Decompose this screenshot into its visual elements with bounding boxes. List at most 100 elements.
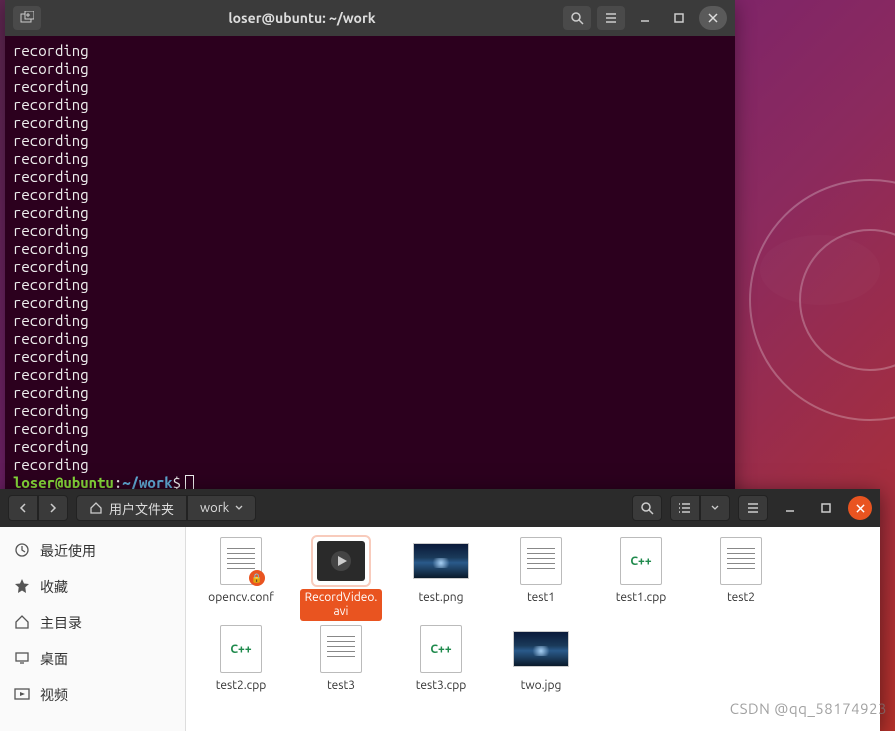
home-icon: [14, 614, 30, 633]
terminal-output-line: recording: [13, 240, 727, 258]
sidebar-item-videos[interactable]: 视频: [0, 677, 185, 713]
videos-icon: [14, 686, 30, 705]
file-item[interactable]: test2: [700, 537, 782, 621]
file-label: test.png: [414, 589, 467, 607]
document-icon: [720, 537, 762, 585]
terminal-search-button[interactable]: [563, 6, 591, 30]
maximize-icon: [673, 12, 685, 24]
search-icon: [640, 501, 654, 515]
terminal-new-tab-button[interactable]: [13, 6, 41, 30]
terminal-output-line: recording: [13, 168, 727, 186]
terminal-output-line: recording: [13, 312, 727, 330]
terminal-minimize-button[interactable]: [631, 6, 659, 30]
hamburger-icon: [604, 11, 618, 25]
files-back-button[interactable]: [8, 495, 38, 521]
image-thumbnail: [513, 631, 569, 667]
terminal-output-line: recording: [13, 222, 727, 240]
image-thumbnail: [413, 543, 469, 579]
files-sidebar: 最近使用收藏主目录桌面视频: [0, 527, 186, 731]
terminal-output-line: recording: [13, 348, 727, 366]
terminal-output-line: recording: [13, 132, 727, 150]
sidebar-item-starred[interactable]: 收藏: [0, 569, 185, 605]
files-search-button[interactable]: [632, 495, 662, 521]
file-label: two.jpg: [517, 677, 566, 695]
file-item[interactable]: test3: [300, 625, 382, 695]
terminal-title: loser@ubuntu: ~/work: [49, 10, 555, 26]
file-label: test1: [523, 589, 559, 607]
chevron-down-icon: [235, 504, 243, 512]
file-label: RecordVideo.avi: [300, 589, 382, 621]
recent-icon: [14, 542, 30, 561]
document-icon: 🔒: [220, 537, 262, 585]
terminal-window: loser@ubuntu: ~/work recordingrecordingr…: [5, 0, 735, 502]
files-maximize-button[interactable]: [812, 496, 840, 520]
chevron-down-icon: [711, 504, 719, 512]
home-icon: [89, 501, 103, 515]
terminal-output-line: recording: [13, 96, 727, 114]
terminal-output-line: recording: [13, 186, 727, 204]
new-tab-icon: [20, 11, 34, 25]
terminal-output-line: recording: [13, 78, 727, 96]
chevron-left-icon: [18, 503, 28, 513]
terminal-output-line: recording: [13, 258, 727, 276]
terminal-output-line: recording: [13, 438, 727, 456]
file-item[interactable]: C++ test1.cpp: [600, 537, 682, 621]
files-menu-button[interactable]: [738, 495, 768, 521]
close-icon: [708, 13, 718, 23]
files-window: 用户文件夹 work: [0, 489, 880, 731]
breadcrumb-home-label: 用户文件夹: [109, 499, 174, 518]
files-minimize-button[interactable]: [776, 496, 804, 520]
terminal-menu-button[interactable]: [597, 6, 625, 30]
breadcrumb-home[interactable]: 用户文件夹: [76, 495, 187, 521]
terminal-output-line: recording: [13, 294, 727, 312]
file-label: test3: [323, 677, 359, 695]
sidebar-item-label: 主目录: [40, 613, 82, 633]
starred-icon: [14, 578, 30, 597]
maximize-icon: [820, 502, 832, 514]
sidebar-item-label: 最近使用: [40, 541, 96, 561]
terminal-titlebar[interactable]: loser@ubuntu: ~/work: [5, 0, 735, 36]
lock-icon: 🔒: [249, 570, 265, 586]
sidebar-item-home[interactable]: 主目录: [0, 605, 185, 641]
file-item[interactable]: C++test3.cpp: [400, 625, 482, 695]
files-view-list-button[interactable]: [670, 495, 700, 521]
file-item[interactable]: 🔒 opencv.conf: [200, 537, 282, 621]
sidebar-item-label: 收藏: [40, 577, 68, 597]
document-icon: [520, 537, 562, 585]
file-label: test2: [723, 589, 759, 607]
terminal-output-line: recording: [13, 42, 727, 60]
file-label: opencv.conf: [204, 589, 278, 607]
file-item[interactable]: two.jpg: [500, 625, 582, 695]
document-icon: [320, 625, 362, 673]
files-view-dropdown-button[interactable]: [700, 495, 730, 521]
sidebar-item-recent[interactable]: 最近使用: [0, 533, 185, 569]
files-grid[interactable]: 🔒 opencv.conf RecordVideo.avi test.png test1…: [186, 527, 880, 731]
file-item[interactable]: test.png: [400, 537, 482, 621]
files-titlebar[interactable]: 用户文件夹 work: [0, 489, 880, 527]
desktop-icon: [14, 650, 30, 669]
sidebar-item-desktop[interactable]: 桌面: [0, 641, 185, 677]
terminal-output-line: recording: [13, 60, 727, 78]
file-item[interactable]: RecordVideo.avi: [300, 537, 382, 621]
terminal-maximize-button[interactable]: [665, 6, 693, 30]
terminal-output-line: recording: [13, 330, 727, 348]
cpp-icon: C++: [620, 537, 662, 585]
files-close-button[interactable]: [848, 496, 872, 520]
cpp-icon: C++: [220, 625, 262, 673]
terminal-output-line: recording: [13, 402, 727, 420]
terminal-close-button[interactable]: [699, 6, 727, 30]
files-forward-button[interactable]: [38, 495, 68, 521]
file-item[interactable]: C++ test2.cpp: [200, 625, 282, 695]
file-label: test3.cpp: [412, 677, 471, 695]
minimize-icon: [784, 502, 796, 514]
search-icon: [570, 11, 584, 25]
terminal-output-line: recording: [13, 456, 727, 474]
terminal-output-line: recording: [13, 204, 727, 222]
terminal-body[interactable]: recordingrecordingrecordingrecordingreco…: [5, 36, 735, 502]
file-label: test1.cpp: [612, 589, 671, 607]
breadcrumb-current[interactable]: work: [187, 495, 256, 521]
file-item[interactable]: test1: [500, 537, 582, 621]
close-icon: [856, 504, 865, 513]
file-label: test2.cpp: [212, 677, 271, 695]
terminal-output-line: recording: [13, 114, 727, 132]
